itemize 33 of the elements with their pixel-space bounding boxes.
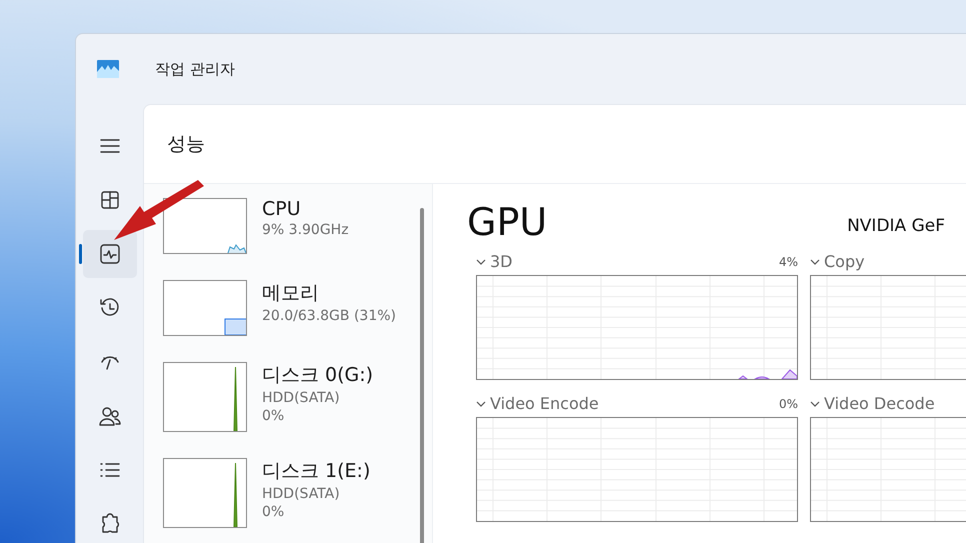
chevron-icon[interactable] xyxy=(810,400,820,406)
device-detail: 9% 3.90GHz xyxy=(262,222,349,238)
device-name: 메모리 xyxy=(262,281,320,306)
pulse-icon xyxy=(98,243,120,265)
gpu-title: GPU xyxy=(467,200,548,244)
engine-name: Copy xyxy=(824,252,865,271)
grid-icon xyxy=(98,189,120,211)
engine-reading: 4% xyxy=(778,254,798,268)
device-name: CPU xyxy=(262,198,302,220)
engine-reading: 0% xyxy=(778,396,798,410)
device-detail: HDD(SATA) xyxy=(262,390,341,406)
usage-graph[interactable] xyxy=(163,198,247,254)
device-detail: 0% xyxy=(262,408,286,424)
usage-graph[interactable] xyxy=(163,280,247,336)
usage-graph[interactable] xyxy=(163,458,247,528)
page-title: 성능 xyxy=(167,132,205,157)
chevron-icon[interactable] xyxy=(810,258,820,264)
engine-name: 3D xyxy=(490,252,512,271)
gpu-model: NVIDIA GeF xyxy=(847,215,945,236)
usage-graph[interactable] xyxy=(163,362,247,432)
device-name: 디스크 0(G:) xyxy=(262,363,374,388)
chevron-icon[interactable] xyxy=(476,258,486,264)
device-detail: 20.0/63.8GB (31%) xyxy=(262,308,396,324)
users-icon xyxy=(98,405,120,427)
device-detail: 0% xyxy=(262,504,286,520)
engine-name: Video Decode xyxy=(824,394,935,413)
chevron-icon[interactable] xyxy=(476,400,486,406)
device-detail: HDD(SATA) xyxy=(262,486,341,502)
window-title: 작업 관리자 xyxy=(155,60,235,78)
app-icon xyxy=(97,60,119,78)
device-name: 디스크 1(E:) xyxy=(262,459,370,484)
engine-name: Video Encode xyxy=(490,394,599,413)
scrollbar[interactable] xyxy=(420,208,424,543)
